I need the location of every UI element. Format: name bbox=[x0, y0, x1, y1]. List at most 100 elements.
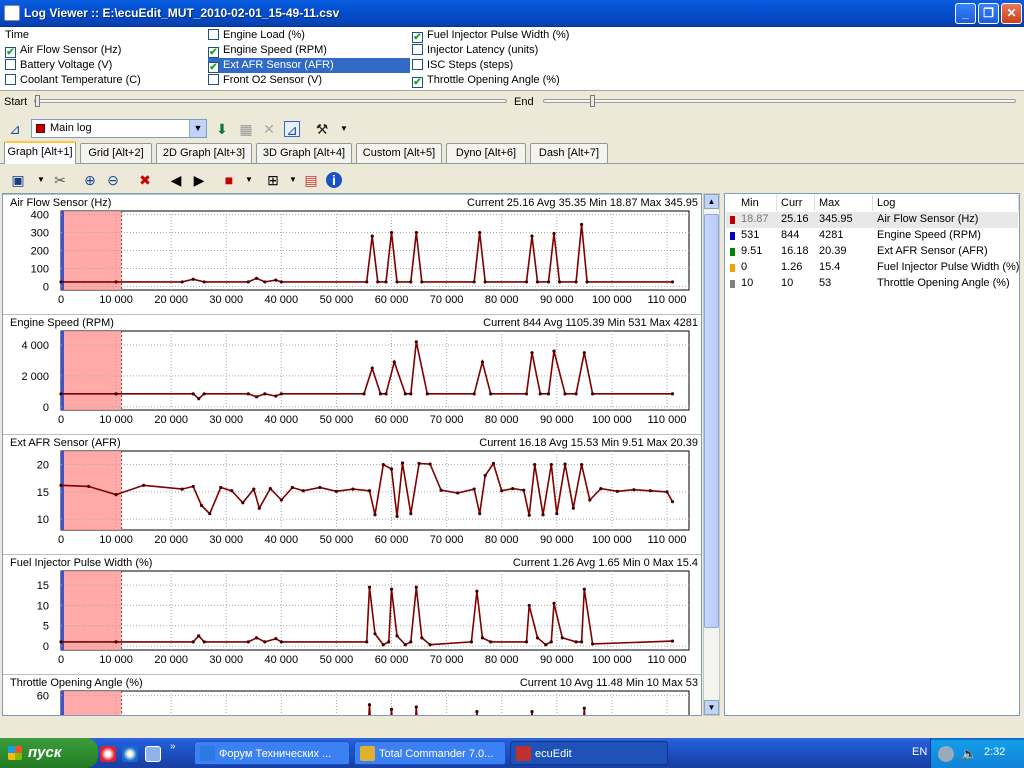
start-slider[interactable] bbox=[34, 95, 507, 107]
legend-max: 15.4 bbox=[819, 261, 841, 273]
legend-header-log[interactable]: Log bbox=[873, 195, 1019, 211]
edit-log-icon[interactable]: ▦ bbox=[238, 121, 254, 137]
data-point bbox=[527, 513, 531, 517]
param-engine-speed[interactable]: ✔ Engine Speed (RPM) bbox=[208, 43, 327, 58]
legend-header-max[interactable]: Max bbox=[815, 195, 873, 211]
param-throttle-opening-angle[interactable]: ✔ Throttle Opening Angle (%) bbox=[412, 73, 560, 88]
param-battery-voltage[interactable]: Battery Voltage (V) bbox=[5, 58, 112, 73]
chart-fuel-injector-pulse-width-plot[interactable]: 0 10 000 20 000 30 000 40 000 50 000 60 000 70 … bbox=[3, 555, 702, 675]
legend-row[interactable]: 10 10 53 Throttle Opening Angle (%) bbox=[726, 276, 1018, 292]
chart-engine-speed[interactable]: 0 10 000 20 000 30 000 40 000 50 000 60 000 70 … bbox=[3, 314, 702, 435]
cut-icon[interactable]: ✂ bbox=[52, 172, 68, 188]
show-desktop-icon[interactable] bbox=[145, 746, 161, 762]
legend-row[interactable]: 9.51 16.18 20.39 Ext AFR Sensor (AFR) bbox=[726, 244, 1018, 260]
legend-header-min[interactable]: Min bbox=[737, 195, 777, 211]
minimize-button[interactable]: _ bbox=[955, 3, 976, 24]
legend-header-curr[interactable]: Curr bbox=[777, 195, 815, 211]
delete-icon[interactable]: ✖ bbox=[137, 172, 153, 188]
end-slider-thumb[interactable] bbox=[590, 95, 595, 107]
param-ext-afr-sensor[interactable]: ✔ Ext AFR Sensor (AFR) bbox=[208, 58, 410, 73]
param-time[interactable]: Time bbox=[5, 28, 29, 43]
clock[interactable]: 2:32 bbox=[984, 746, 1005, 758]
grid-dropdown-icon[interactable]: ▼ bbox=[285, 172, 301, 188]
ecuedit-icon bbox=[516, 746, 531, 761]
tray-expand-icon[interactable] bbox=[938, 746, 954, 762]
save-dropdown-icon[interactable]: ▼ bbox=[33, 172, 49, 188]
tab-dyno[interactable]: Dyno [Alt+6] bbox=[446, 143, 526, 163]
graph-area[interactable]: 0 10 000 20 000 30 000 40 000 50 000 60 000 70 … bbox=[2, 193, 702, 716]
param-front-o2-sensor[interactable]: Front O2 Sensor (V) bbox=[208, 73, 322, 88]
arrow-right-icon[interactable]: ▶ bbox=[191, 172, 207, 188]
marker-icon[interactable]: ■ bbox=[221, 172, 237, 188]
remove-log-icon[interactable]: ✕ bbox=[261, 121, 277, 137]
param-coolant-temperature[interactable]: Coolant Temperature (C) bbox=[5, 73, 141, 88]
scroll-up-icon[interactable]: ▲ bbox=[704, 194, 719, 209]
chart-air-flow-sensor-plot[interactable]: 0 10 000 20 000 30 000 40 000 50 000 60 000 70 … bbox=[3, 195, 702, 315]
language-indicator[interactable]: EN bbox=[912, 746, 927, 758]
task-total-commander[interactable]: Total Commander 7.0... bbox=[354, 741, 506, 765]
close-button[interactable]: ✕ bbox=[1001, 3, 1022, 24]
grid-icon[interactable]: ⊞ bbox=[265, 172, 281, 188]
checkbox-icon[interactable]: ✔ bbox=[208, 62, 219, 73]
media-icon[interactable] bbox=[100, 746, 116, 762]
checkbox-icon[interactable]: ✔ bbox=[5, 47, 16, 58]
add-log-icon[interactable]: ⊿ bbox=[7, 121, 23, 137]
param-injector-latency[interactable]: Injector Latency (units) bbox=[412, 43, 538, 58]
download-arrow-icon[interactable]: ⬇ bbox=[214, 121, 230, 137]
checkbox-icon[interactable] bbox=[412, 44, 423, 55]
checkbox-icon[interactable] bbox=[412, 59, 423, 70]
maximize-button[interactable]: ❐ bbox=[978, 3, 999, 24]
chart-view-icon[interactable]: ⊿ bbox=[284, 121, 300, 138]
legend-row[interactable]: 18.87 25.16 345.95 Air Flow Sensor (Hz) bbox=[726, 212, 1018, 228]
chart-ext-afr-sensor[interactable]: 0 10 000 20 000 30 000 40 000 50 000 60 000 70 … bbox=[3, 434, 702, 555]
browser-icon[interactable] bbox=[122, 746, 138, 762]
y-tick-label: 400 bbox=[31, 210, 49, 222]
zoom-in-icon[interactable]: ⊕ bbox=[82, 172, 98, 188]
tools-dropdown-icon[interactable]: ▼ bbox=[336, 121, 352, 137]
scroll-down-icon[interactable]: ▼ bbox=[704, 700, 719, 715]
start-slider-thumb[interactable] bbox=[35, 95, 40, 107]
param-isc-steps[interactable]: ISC Steps (steps) bbox=[412, 58, 513, 73]
scroll-thumb[interactable] bbox=[704, 214, 719, 628]
chart-fuel-injector-pulse-width[interactable]: 0 10 000 20 000 30 000 40 000 50 000 60 000 70 … bbox=[3, 554, 702, 675]
param-fuel-injector-pulse-width[interactable]: ✔ Fuel Injector Pulse Width (%) bbox=[412, 28, 569, 43]
checkbox-icon[interactable] bbox=[208, 74, 219, 85]
legend-row[interactable]: 531 844 4281 Engine Speed (RPM) bbox=[726, 228, 1018, 244]
start-button[interactable]: пуск bbox=[0, 738, 98, 768]
checkbox-icon[interactable] bbox=[5, 59, 16, 70]
chart-throttle-opening-angle[interactable]: 010 00020 00030 00040 00050 00060 00070 … bbox=[3, 674, 701, 715]
param-air-flow-sensor[interactable]: ✔ Air Flow Sensor (Hz) bbox=[5, 43, 121, 58]
checkbox-icon[interactable] bbox=[208, 29, 219, 40]
checkbox-icon[interactable]: ✔ bbox=[208, 47, 219, 58]
tab-custom[interactable]: Custom [Alt+5] bbox=[356, 143, 442, 163]
start-label: Start bbox=[4, 96, 28, 108]
zoom-out-icon[interactable]: ⊖ bbox=[105, 172, 121, 188]
print-icon[interactable]: ▤ bbox=[303, 172, 319, 188]
chart-engine-speed-plot[interactable]: 0 10 000 20 000 30 000 40 000 50 000 60 000 70 … bbox=[3, 315, 702, 435]
info-icon[interactable]: i bbox=[326, 172, 342, 188]
param-engine-load[interactable]: Engine Load (%) bbox=[208, 28, 305, 43]
tab-grid[interactable]: Grid [Alt+2] bbox=[80, 143, 152, 163]
save-icon[interactable]: ▣ bbox=[10, 172, 26, 188]
checkbox-icon[interactable]: ✔ bbox=[412, 32, 423, 43]
task-ecuedit[interactable]: ecuEdit bbox=[510, 741, 668, 765]
task-forum[interactable]: Форум Технических ... bbox=[194, 741, 350, 765]
arrow-left-icon[interactable]: ◀ bbox=[168, 172, 184, 188]
chart-air-flow-sensor[interactable]: 0 10 000 20 000 30 000 40 000 50 000 60 000 70 … bbox=[3, 194, 702, 315]
tools-icon[interactable]: ⚒ bbox=[314, 121, 330, 137]
quicklaunch-more-icon[interactable]: » bbox=[170, 741, 176, 752]
chevron-down-icon[interactable]: ▼ bbox=[189, 120, 206, 137]
marker-dropdown-icon[interactable]: ▼ bbox=[241, 172, 257, 188]
graph-scrollbar[interactable]: ▲ ▼ bbox=[703, 193, 720, 716]
tab-3d-graph[interactable]: 3D Graph [Alt+4] bbox=[256, 143, 352, 163]
checkbox-icon[interactable] bbox=[5, 74, 16, 85]
chart-ext-afr-sensor-plot[interactable]: 0 10 000 20 000 30 000 40 000 50 000 60 000 70 … bbox=[3, 435, 702, 555]
end-slider[interactable] bbox=[543, 95, 1016, 107]
tab-2d-graph[interactable]: 2D Graph [Alt+3] bbox=[156, 143, 252, 163]
volume-icon[interactable]: 🔈 bbox=[961, 746, 977, 762]
tab-dash[interactable]: Dash [Alt+7] bbox=[530, 143, 608, 163]
legend-row[interactable]: 0 1.26 15.4 Fuel Injector Pulse Width (%) bbox=[726, 260, 1019, 276]
tab-graph[interactable]: Graph [Alt+1] bbox=[4, 141, 76, 164]
checkbox-icon[interactable]: ✔ bbox=[412, 77, 423, 88]
log-select[interactable]: Main log ▼ bbox=[31, 119, 207, 138]
